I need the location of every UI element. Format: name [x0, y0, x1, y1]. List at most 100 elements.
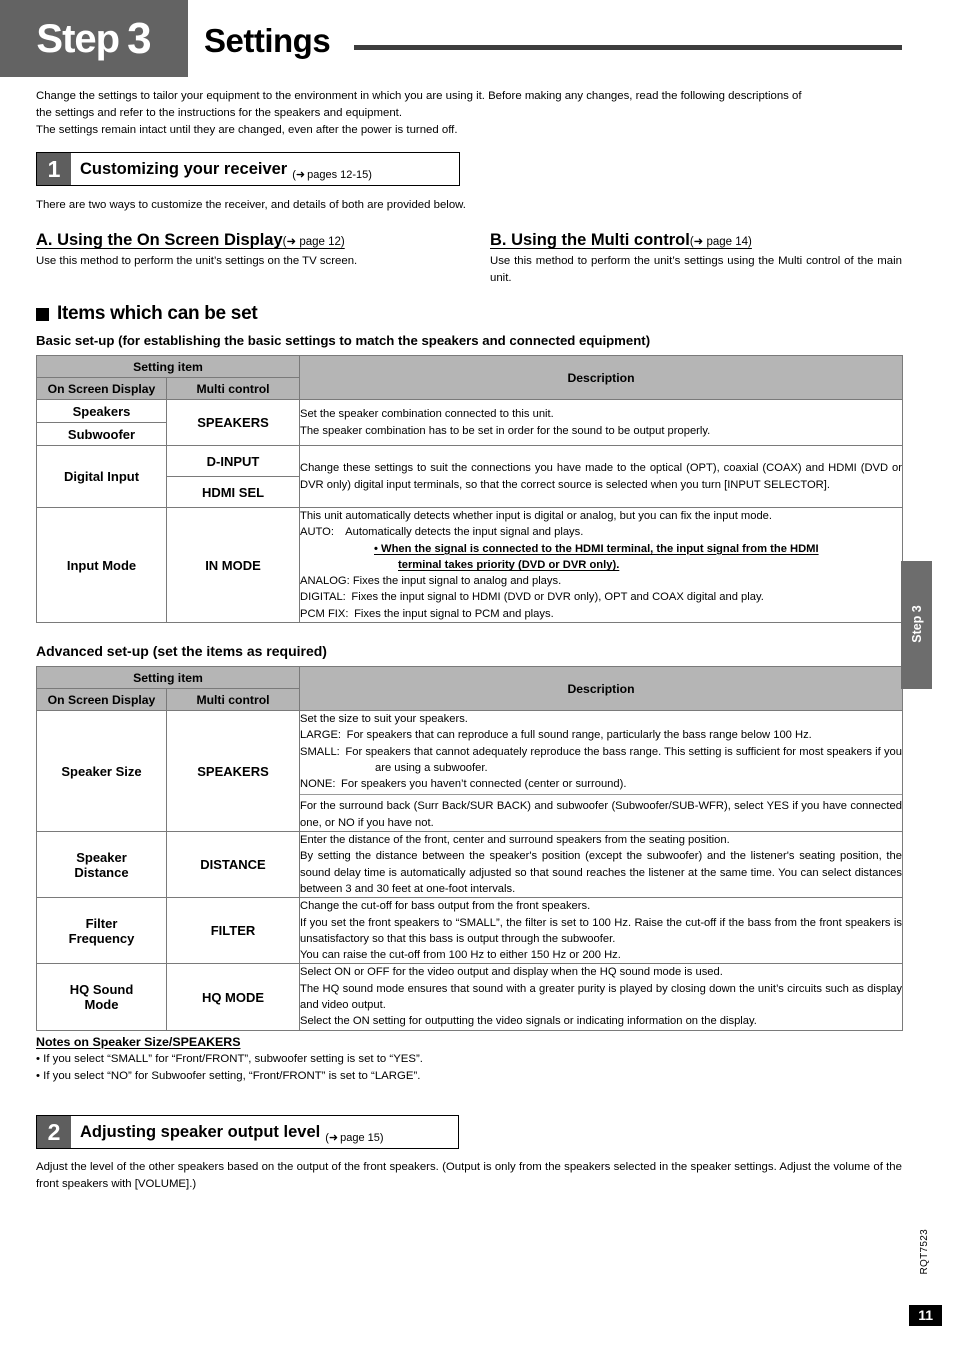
page-number: 11 — [909, 1305, 942, 1326]
method-a-heading: A. Using the On Screen Display(➜ page 12… — [36, 231, 345, 250]
desc-line: NONE: For speakers you haven’t connected… — [300, 778, 627, 791]
cell-osd-filter-frequency: Filter Frequency — [36, 897, 167, 965]
side-tab-label: Step 3 — [909, 605, 924, 643]
cell-osd-line-2: Distance — [74, 864, 129, 880]
desc-line: ANALOG: Fixes the input signal to analog… — [300, 575, 562, 588]
table-row: Speakers SPEAKERS Set the speaker combin… — [36, 399, 903, 446]
arrow-icon: ➜ — [328, 1132, 339, 1144]
table-row: Filter Frequency FILTER Change the cut-o… — [36, 897, 903, 965]
intro-line-2: the settings and refer to the instructio… — [36, 107, 402, 119]
table-header-row: Setting item Description — [36, 355, 903, 400]
step-badge: Step 3 — [0, 0, 188, 77]
advanced-setup-caption: Advanced set-up (set the items as requir… — [36, 643, 327, 659]
table-row: Speaker Size SPEAKERS Set the size to su… — [36, 709, 903, 833]
table-row: HQ Sound Mode HQ MODE Select ON or OFF f… — [36, 963, 903, 1031]
step-badge-word: Step — [36, 16, 120, 61]
desc-line: Enter the distance of the front, center … — [300, 834, 730, 847]
cell-desc-speaker-distance: Enter the distance of the front, center … — [299, 831, 903, 899]
cell-osd-subwoofer: Subwoofer — [36, 422, 167, 446]
section-1-ref-text: pages 12-15 — [307, 169, 369, 181]
notes-item: • If you select “SMALL” for “Front/FRONT… — [36, 1053, 423, 1065]
cell-multi-in-mode: IN MODE — [166, 506, 300, 624]
square-bullet-icon — [36, 307, 49, 321]
cell-desc-input-mode: This unit automatically detects whether … — [299, 506, 903, 624]
document-code: RQT7523 — [919, 1228, 930, 1274]
method-b-body-line-1: Use this method to perform the unit’s se… — [490, 255, 874, 267]
header-on-screen-display: On Screen Display — [36, 688, 167, 711]
cell-osd-digital-input: Digital Input — [36, 445, 167, 508]
side-tab-step-3: Step 3 — [901, 561, 932, 689]
desc-line: AUTO: Automatically detects the input si… — [300, 526, 584, 539]
cell-osd-line-1: HQ Sound — [69, 982, 134, 998]
cell-osd-input-mode: Input Mode — [36, 506, 167, 624]
desc-line: Select ON or OFF for the video output an… — [300, 966, 723, 979]
notes-heading: Notes on Speaker Size/SPEAKERS — [36, 1035, 241, 1049]
method-a-title: A. Using the On Screen Display — [36, 231, 283, 249]
desc-bullet-line-2: terminal takes priority (DVD or DVR only… — [398, 558, 620, 571]
header-setting-item: Setting item — [36, 666, 300, 689]
header-multi-control: Multi control — [166, 688, 300, 711]
header-rule — [354, 45, 902, 50]
cell-osd-line-2: Frequency — [68, 930, 135, 946]
intro-line-3: The settings remain intact until they ar… — [36, 124, 458, 136]
header-description: Description — [299, 666, 903, 711]
arrow-icon: ➜ — [295, 169, 306, 181]
cell-desc-filter-frequency: Change the cut-off for bass output from … — [299, 897, 903, 965]
cell-multi-speakers: SPEAKERS — [166, 399, 300, 446]
header-on-screen-display: On Screen Display — [36, 377, 167, 400]
section-1-number: 1 — [37, 153, 71, 185]
section-2-body-line-1: Adjust the level of the other speakers b… — [36, 1161, 777, 1173]
cell-desc-digital-input: Change these settings to suit the connec… — [299, 445, 903, 508]
table-row: Speaker Distance DISTANCE Enter the dist… — [36, 831, 903, 899]
section-2-reference: (➜ page 15) — [325, 1132, 384, 1144]
section-2-body: Adjust the level of the other speakers b… — [36, 1159, 902, 1193]
table-row: Digital Input D-INPUT Change these setti… — [36, 445, 903, 508]
method-b-title: B. Using the Multi control — [490, 231, 690, 249]
cell-osd-speakers: Speakers — [36, 399, 167, 423]
basic-setup-caption: Basic set-up (for establishing the basic… — [36, 333, 651, 348]
desc-line: SMALL: For speakers that cannot adequate… — [300, 745, 902, 774]
header-description: Description — [299, 355, 903, 400]
method-b-reference: (➜ page 14) — [689, 236, 752, 248]
section-1-box: 1 Customizing your receiver (➜ pages 12-1… — [36, 152, 460, 186]
desc-line: PCM FIX: Fixes the input signal to PCM a… — [300, 607, 554, 620]
cell-desc-hq-sound-mode: Select ON or OFF for the video output an… — [299, 963, 903, 1031]
cell-osd-line-1: Filter — [85, 915, 118, 931]
desc-line: DIGITAL: Fixes the input signal to HDMI … — [300, 591, 764, 604]
table-header-row: Setting item Description — [36, 666, 903, 711]
desc-line: For the surround back (Surr Back/SUR BAC… — [300, 794, 902, 831]
section-2-label: Adjusting speaker output level — [80, 1122, 321, 1141]
intro-paragraph: Change the settings to tailor your equip… — [36, 88, 902, 139]
desc-line: Select the ON setting for outputting the… — [300, 1015, 757, 1028]
desc-line: LARGE: For speakers that can reproduce a… — [300, 729, 812, 742]
desc-line: By setting the distance between the spea… — [300, 850, 902, 895]
method-a-reference: (➜ page 12) — [282, 236, 345, 248]
desc-line: You can raise the cut-off from 100 Hz to… — [300, 949, 621, 962]
method-b-body: Use this method to perform the unit’s se… — [490, 253, 902, 287]
section-2-number: 2 — [37, 1116, 71, 1148]
cell-osd-line-1: Speaker — [76, 849, 127, 865]
cell-multi-distance: DISTANCE — [166, 831, 300, 899]
cell-osd-hq-sound-mode: HQ Sound Mode — [36, 963, 167, 1031]
cell-desc-speakers: Set the speaker combination connected to… — [299, 399, 903, 446]
items-section-heading: Items which can be set — [36, 303, 258, 325]
section-1-intro: There are two ways to customize the rece… — [36, 199, 466, 211]
desc-line: The HQ sound mode ensures that sound wit… — [300, 982, 902, 1012]
desc-bullet-line-1: • When the signal is connected to the HD… — [374, 542, 819, 555]
cell-multi-hq-mode: HQ MODE — [166, 963, 300, 1031]
cell-osd-speaker-distance: Speaker Distance — [36, 831, 167, 899]
cell-osd-speaker-size: Speaker Size — [36, 709, 167, 833]
desc-line: Set the size to suit your speakers. — [300, 713, 468, 725]
method-b-heading: B. Using the Multi control(➜ page 14) — [490, 231, 752, 250]
items-section-heading-text: Items which can be set — [57, 303, 258, 324]
notes-item: • If you select “NO” for Subwoofer setti… — [36, 1070, 421, 1082]
table-row: Input Mode IN MODE This unit automatical… — [36, 506, 903, 624]
step-badge-number: 3 — [127, 13, 152, 63]
cell-osd-line-2: Mode — [84, 997, 119, 1013]
page-title: Settings — [204, 22, 331, 59]
basic-setup-table: Setting item Description On Screen Displ… — [36, 355, 903, 624]
cell-desc-speaker-size: Set the size to suit your speakers. LARG… — [299, 709, 903, 833]
section-1-label: Customizing your receiver — [80, 159, 288, 178]
cell-multi-filter: FILTER — [166, 897, 300, 965]
header-setting-item: Setting item — [36, 355, 300, 378]
